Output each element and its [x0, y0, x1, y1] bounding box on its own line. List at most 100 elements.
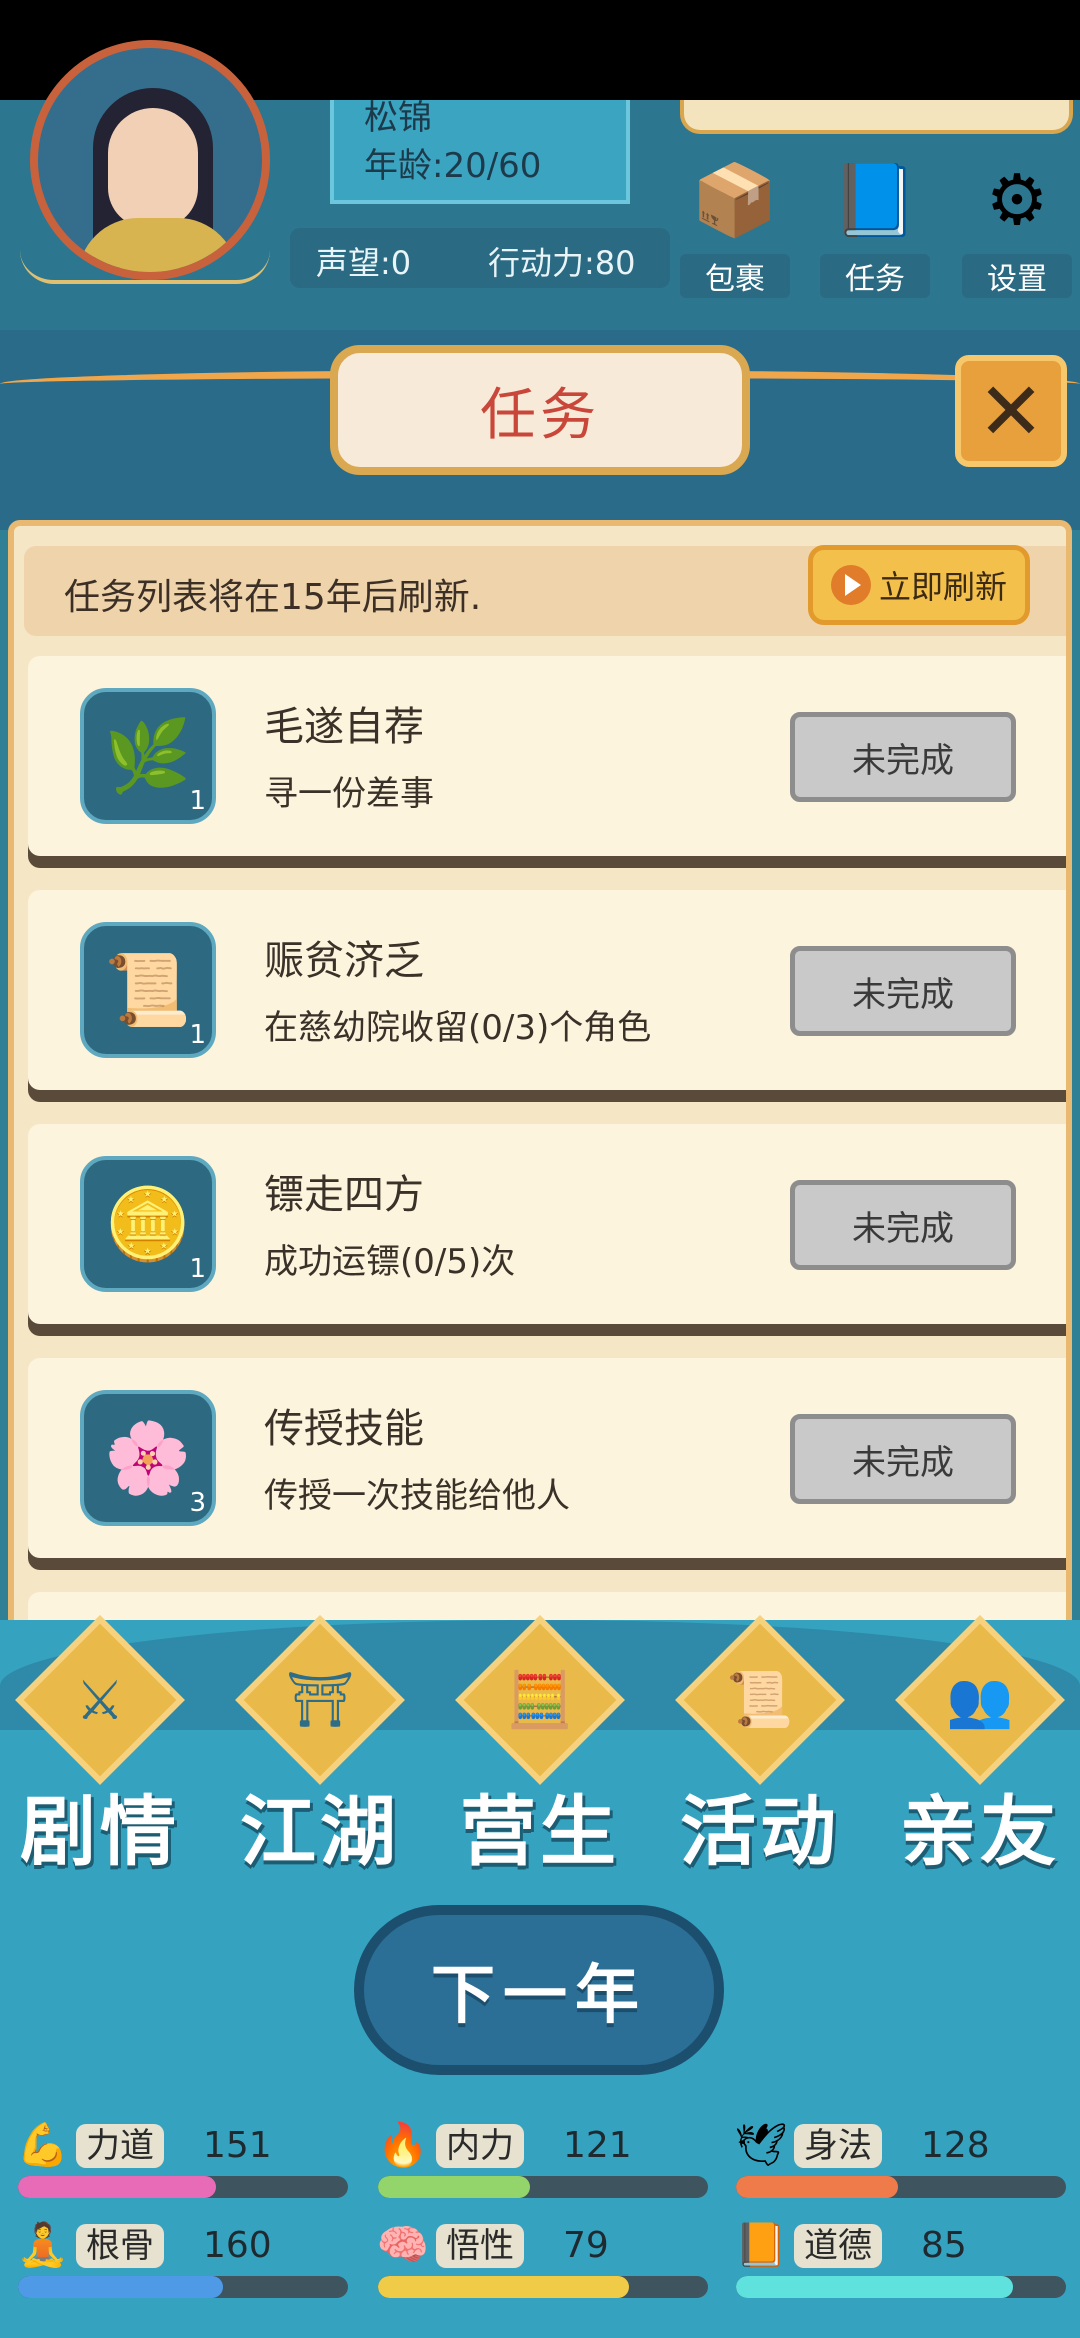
- stat-2: 🕊 身法 128: [734, 2120, 1066, 2200]
- next-year-label: 下一年: [431, 1959, 647, 2033]
- abacus-icon: 🧮: [506, 1668, 574, 1731]
- story-icon: ⚔: [75, 1668, 125, 1732]
- stat-value: 160: [203, 2225, 272, 2266]
- stat-bar-fill: [18, 2176, 216, 2198]
- refresh-now-label: 立即刷新: [878, 568, 1007, 606]
- reputation-label: 声望:0: [316, 244, 412, 282]
- nav-friends-label: 亲友: [900, 1787, 1060, 1876]
- task-title: 镖走四方: [264, 1172, 424, 1218]
- nav-story-label: 剧情: [20, 1787, 180, 1876]
- stat-name: 道德: [794, 2224, 882, 2268]
- gold-ingot-icon: 🪙 1: [80, 1156, 216, 1292]
- task-title: 传授技能: [264, 1406, 424, 1452]
- stat-1: 🔥 内力 121: [376, 2120, 708, 2200]
- refresh-notice: 任务列表将在15年后刷新.: [64, 577, 482, 618]
- stat-value: 121: [563, 2125, 632, 2166]
- book-icon: 📘: [831, 158, 919, 241]
- player-name: 松锦: [364, 98, 432, 138]
- stat-name: 根骨: [76, 2224, 164, 2268]
- stat-5: 📙 道德 85: [734, 2220, 1066, 2300]
- player-info-card: 松锦 年龄:20/60: [330, 98, 630, 204]
- stat-bar: [736, 2276, 1066, 2298]
- close-icon: ✕: [977, 364, 1045, 458]
- task-title: 赈贫济乏: [264, 938, 424, 984]
- stat-bar-fill: [378, 2176, 530, 2198]
- modal-title: 任务: [330, 345, 750, 475]
- stat-name: 力道: [76, 2124, 164, 2168]
- task-panel: 任务列表将在15年后刷新. 🌿 1 毛遂自荐 寻一份差事 未完成 📜 1 赈贫济乏 …: [8, 520, 1072, 1670]
- stat-value: 85: [921, 2225, 967, 2266]
- task-status-button[interactable]: 未完成: [790, 946, 1016, 1036]
- nav-jianghu[interactable]: ⛩ 江湖: [220, 1615, 420, 1876]
- nav-activity[interactable]: 📜 活动: [660, 1615, 860, 1876]
- avatar-face: [108, 108, 198, 228]
- task-desc: 传授一次技能给他人: [264, 1476, 570, 1516]
- arm-icon: 💪: [16, 2120, 70, 2169]
- stat-bar: [18, 2276, 348, 2298]
- task-status-button[interactable]: 未完成: [790, 1414, 1016, 1504]
- stat-4: 🧠 悟性 79: [376, 2220, 708, 2300]
- action-points-label: 行动力:80: [488, 244, 636, 282]
- next-year-button[interactable]: 下一年: [354, 1905, 724, 2075]
- flame-icon: 🔥: [376, 2120, 430, 2169]
- task-desc: 寻一份差事: [264, 774, 434, 814]
- stat-bar-fill: [378, 2276, 629, 2298]
- task-count: 3: [189, 1488, 206, 1518]
- avatar-frame: [30, 40, 270, 280]
- token-icon: 📜 1: [80, 922, 216, 1058]
- refresh-now-button[interactable]: 立即刷新: [808, 545, 1030, 625]
- stat-bar: [18, 2176, 348, 2198]
- figure-icon: 🧘: [16, 2220, 70, 2269]
- stat-name: 悟性: [436, 2224, 524, 2268]
- hat-icon: ⛩: [285, 1668, 355, 1731]
- stat-3: 🧘 根骨 160: [16, 2220, 348, 2300]
- player-avatar[interactable]: [20, 40, 270, 290]
- close-button[interactable]: ✕: [955, 355, 1067, 467]
- stat-0: 💪 力道 151: [16, 2120, 348, 2200]
- scroll-icon: 📜: [726, 1668, 794, 1731]
- settings-label: 设置: [962, 254, 1072, 298]
- task-item: 🌸 3 传授技能 传授一次技能给他人 未完成: [28, 1358, 1066, 1558]
- flower-icon: 🌸 3: [80, 1390, 216, 1526]
- task-status-button[interactable]: 未完成: [790, 1180, 1016, 1270]
- task-count: 1: [189, 786, 206, 816]
- stat-bar: [378, 2176, 708, 2198]
- stat-bar-fill: [18, 2276, 223, 2298]
- currency-pill: [680, 100, 1073, 134]
- cloud-decoration: [20, 250, 270, 284]
- task-item: 📜 1 赈贫济乏 在慈幼院收留(0/3)个角色 未完成: [28, 890, 1066, 1090]
- nav-story[interactable]: ⚔ 剧情: [0, 1615, 200, 1876]
- tasks-button[interactable]: 📘 任务: [820, 150, 930, 300]
- stat-name: 身法: [794, 2124, 882, 2168]
- stat-value: 79: [563, 2225, 609, 2266]
- player-age: 年龄:20/60: [364, 146, 542, 186]
- package-icon: 📦: [691, 158, 779, 241]
- stat-bar: [736, 2176, 1066, 2198]
- task-status-button[interactable]: 未完成: [790, 712, 1016, 802]
- stat-name: 内力: [436, 2124, 524, 2168]
- friends-icon: 👥: [946, 1668, 1014, 1731]
- stat-value: 151: [203, 2125, 272, 2166]
- stat-value: 128: [921, 2125, 990, 2166]
- gear-icon: ⚙: [985, 159, 1049, 241]
- wreath-icon: 🌿 1: [80, 688, 216, 824]
- modal-title-text: 任务: [480, 382, 600, 448]
- task-count: 1: [189, 1254, 206, 1284]
- nav-activity-label: 活动: [680, 1787, 840, 1876]
- nav-friends[interactable]: 👥 亲友: [880, 1615, 1080, 1876]
- nav-livelihood[interactable]: 🧮 营生: [440, 1615, 640, 1876]
- task-desc: 成功运镖(0/5)次: [264, 1242, 516, 1282]
- stat-bar: [378, 2276, 708, 2298]
- book-stat-icon: 📙: [734, 2220, 788, 2269]
- task-count: 1: [189, 1020, 206, 1050]
- nav-jianghu-label: 江湖: [240, 1787, 400, 1876]
- task-desc: 在慈幼院收留(0/3)个角色: [264, 1008, 652, 1048]
- swallow-icon: 🕊: [734, 2120, 788, 2169]
- brain-icon: 🧠: [376, 2220, 430, 2269]
- play-icon: [830, 565, 871, 605]
- package-button[interactable]: 📦 包裹: [680, 150, 790, 300]
- stat-bar-fill: [736, 2176, 898, 2198]
- tasks-label: 任务: [820, 254, 930, 298]
- settings-button[interactable]: ⚙ 设置: [962, 150, 1072, 300]
- task-item: 🌿 1 毛遂自荐 寻一份差事 未完成: [28, 656, 1066, 856]
